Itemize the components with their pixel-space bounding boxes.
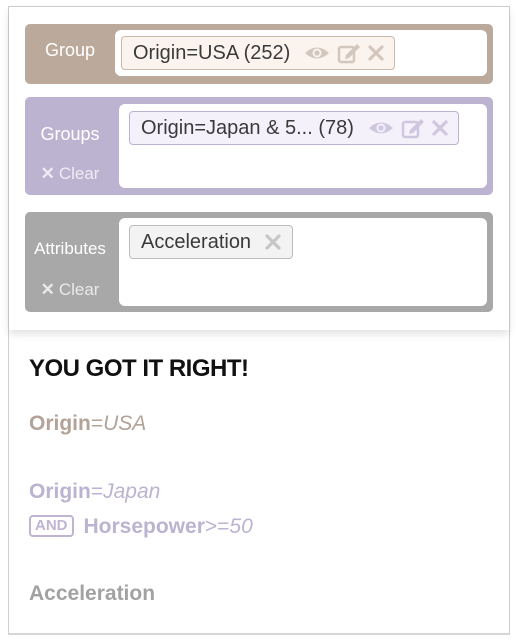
groups-label: Groups [40, 124, 100, 144]
attributes-drop-zone[interactable]: Acceleration [119, 218, 487, 306]
edit-icon[interactable] [401, 117, 425, 139]
result-title: YOU GOT IT RIGHT! [29, 355, 249, 382]
group-row: Group Origin=USA (252) [25, 24, 493, 84]
groups-clear-button[interactable]: ✕ Clear [25, 164, 115, 184]
group-pill-label: Origin=USA (252) [133, 41, 291, 64]
group-pill[interactable]: Origin=USA (252) [121, 36, 395, 70]
result-groups-line: Origin=Japan [29, 480, 161, 503]
eye-icon[interactable] [368, 120, 394, 136]
attributes-pill-label: Acceleration [141, 230, 252, 253]
group-drop-zone[interactable]: Origin=USA (252) [115, 30, 487, 76]
eye-icon[interactable] [304, 45, 330, 61]
result-attribute-line: Acceleration [29, 582, 156, 605]
panel-container: Group Origin=USA (252) Groups ✕ Clear Or… [8, 6, 510, 634]
close-icon: ✕ [40, 164, 55, 183]
attributes-label: Attributes [34, 239, 106, 258]
result-groups-and-line: AND Horsepower>=50 [29, 515, 253, 539]
attributes-pill[interactable]: Acceleration [129, 225, 293, 259]
result-section: YOU GOT IT RIGHT! Origin=USA Origin=Japa… [9, 330, 509, 635]
close-icon[interactable] [368, 45, 384, 61]
close-icon: ✕ [40, 280, 55, 299]
groups-pill-label: Origin=Japan & 5... (78) [141, 116, 354, 139]
groups-pill[interactable]: Origin=Japan & 5... (78) [129, 111, 459, 145]
and-badge: AND [29, 515, 74, 537]
close-icon[interactable] [432, 120, 448, 136]
close-icon[interactable] [265, 234, 281, 250]
attributes-clear-button[interactable]: ✕ Clear [25, 280, 115, 300]
groups-drop-zone[interactable]: Origin=Japan & 5... (78) [119, 104, 487, 188]
group-label: Group [44, 40, 96, 60]
result-group-line: Origin=USA [29, 412, 147, 435]
attributes-row: Attributes ✕ Clear Acceleration [25, 212, 493, 312]
selection-panel: Group Origin=USA (252) Groups ✕ Clear Or… [9, 7, 509, 330]
groups-row: Groups ✕ Clear Origin=Japan & 5... (78) [25, 97, 493, 195]
edit-icon[interactable] [337, 42, 361, 64]
divider [8, 633, 510, 635]
